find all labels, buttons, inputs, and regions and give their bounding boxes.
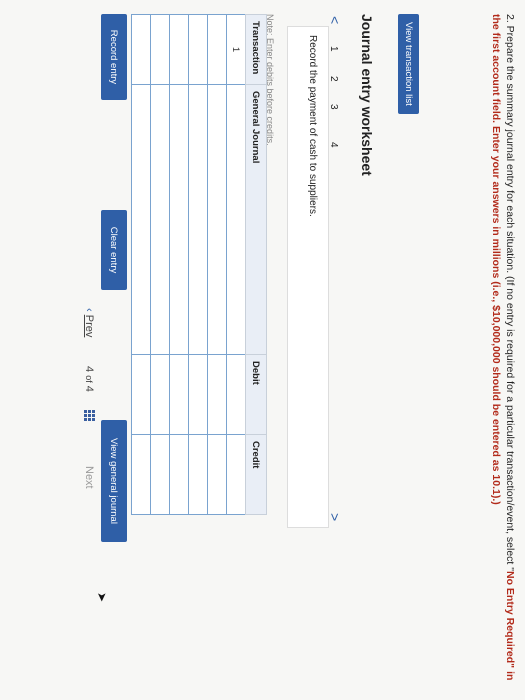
clear-entry-button[interactable]: Clear entry [101, 210, 127, 290]
transaction-header: Transaction [245, 14, 267, 85]
credit-field[interactable] [131, 434, 151, 515]
worksheet-title: Journal entry worksheet [359, 14, 375, 176]
transaction-description: Record the payment of cash to suppliers. [307, 35, 318, 217]
transaction-cell [188, 14, 208, 85]
journal-header-row: Transaction General Journal Debit Credit [245, 14, 267, 515]
next-transaction-arrow[interactable]: > [327, 513, 343, 521]
transaction-cell [207, 14, 227, 85]
account-field[interactable] [226, 84, 246, 355]
next-label: Next [83, 466, 95, 489]
debit-field[interactable] [131, 354, 151, 435]
prev-label: Prev [83, 314, 95, 338]
general-journal-header: General Journal [245, 84, 267, 355]
record-entry-button[interactable]: Record entry [101, 14, 127, 100]
account-field[interactable] [169, 84, 189, 355]
grid-icon[interactable] [83, 410, 95, 422]
total-pages: 4 [83, 385, 95, 392]
debit-field[interactable] [226, 354, 246, 435]
page-of: of [84, 375, 94, 383]
credit-field[interactable] [169, 434, 189, 515]
table-row: 1 [226, 14, 246, 515]
debit-field[interactable] [169, 354, 189, 435]
transaction-cell [169, 14, 189, 85]
credit-field[interactable] [226, 434, 246, 515]
credit-field[interactable] [150, 434, 170, 515]
instructions: 2. Prepare the summary journal entry for… [489, 14, 517, 684]
previous-transaction-arrow[interactable]: < [327, 16, 343, 24]
transaction-cell [131, 14, 151, 85]
next-link[interactable]: Next [83, 466, 95, 489]
instructions-text: 2. Prepare the summary journal entry for… [504, 14, 516, 571]
current-page: 4 [83, 366, 95, 373]
view-general-journal-button[interactable]: View general journal [101, 420, 127, 542]
tab-2[interactable]: 2 [328, 76, 339, 82]
rotated-screen: 2. Prepare the summary journal entry for… [0, 0, 525, 700]
chevron-left-icon: ‹ [83, 308, 95, 312]
journal-table: Transaction General Journal Debit Credit… [131, 14, 267, 515]
account-field[interactable] [131, 84, 151, 355]
account-field[interactable] [150, 84, 170, 355]
credit-field[interactable] [207, 434, 227, 515]
mouse-cursor-icon: ➤ [95, 592, 109, 603]
debit-field[interactable] [188, 354, 208, 435]
page-indicator: 4 of 4 [83, 366, 95, 392]
table-row [188, 14, 208, 515]
view-transaction-list-button[interactable]: View transaction list [398, 14, 419, 114]
transaction-cell: 1 [226, 14, 246, 85]
account-field[interactable] [207, 84, 227, 355]
account-field[interactable] [188, 84, 208, 355]
table-row [131, 14, 151, 515]
tab-4[interactable]: 4 [328, 142, 339, 148]
table-row [150, 14, 170, 515]
debit-field[interactable] [150, 354, 170, 435]
transaction-panel: Record the payment of cash to suppliers. [287, 26, 329, 528]
prev-link[interactable]: ‹ Prev [83, 308, 95, 337]
tab-3[interactable]: 3 [328, 104, 339, 110]
debit-field[interactable] [207, 354, 227, 435]
transaction-cell [150, 14, 170, 85]
table-row [169, 14, 189, 515]
table-row [207, 14, 227, 515]
credit-header: Credit [245, 434, 267, 515]
credit-field[interactable] [188, 434, 208, 515]
debit-header: Debit [245, 354, 267, 435]
